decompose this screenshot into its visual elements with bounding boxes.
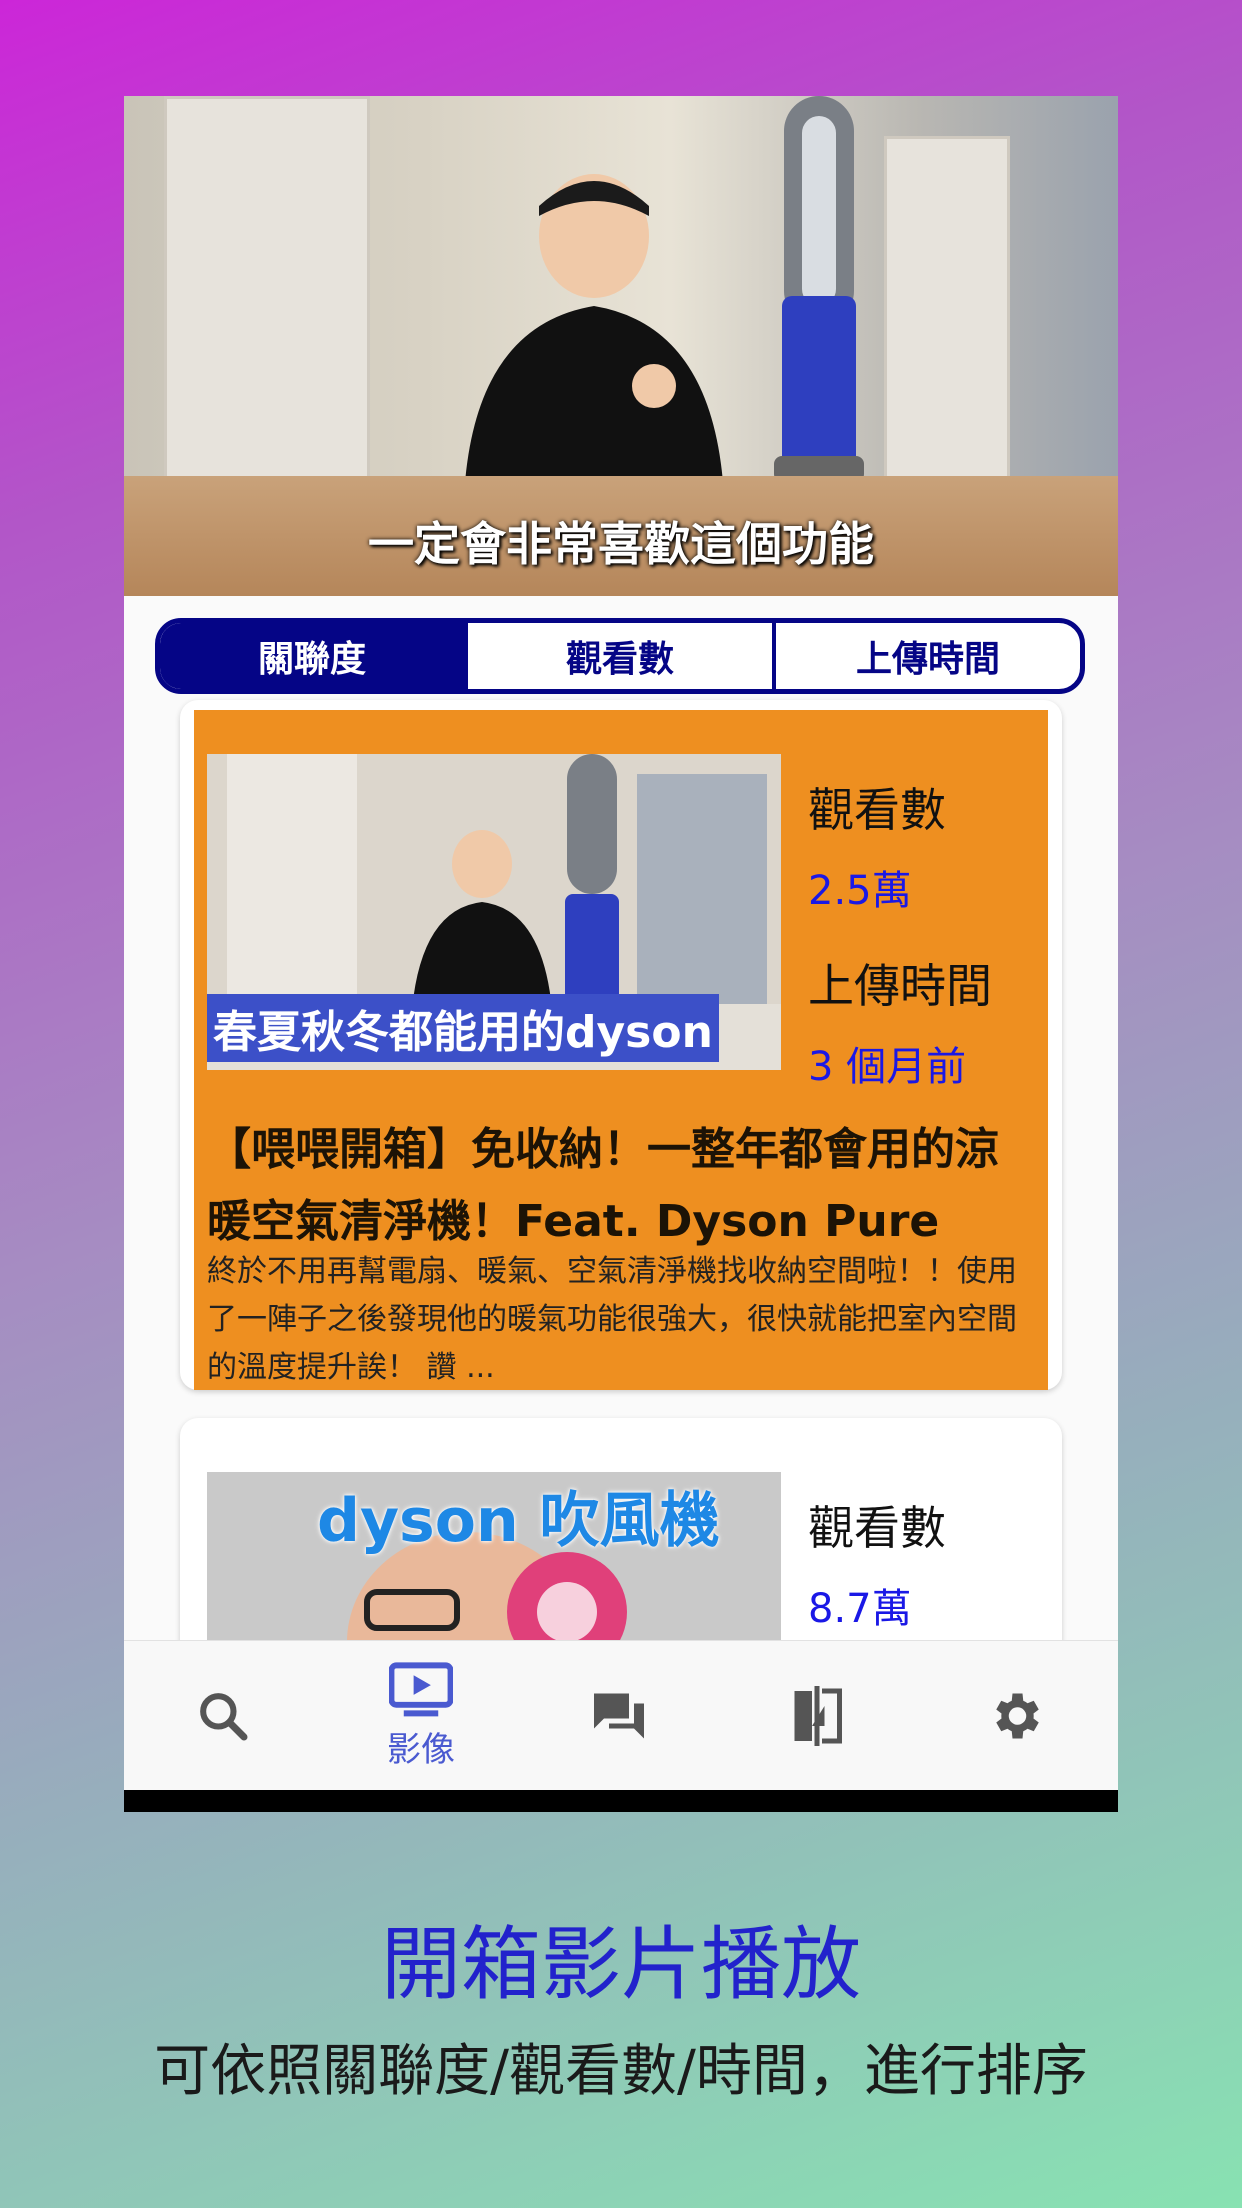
views-label: 觀看數 (808, 1501, 946, 1555)
nav-video[interactable]: 影像 (322, 1641, 520, 1791)
phone-screen: 一定會非常喜歡這個功能 關聯度 觀看數 上傳時間 春夏秋冬都能用的dyson 觀… (124, 96, 1118, 1812)
nav-compare[interactable] (718, 1641, 916, 1791)
sort-segmented-control: 關聯度 觀看數 上傳時間 (155, 618, 1085, 694)
video-card[interactable]: 春夏秋冬都能用的dyson 觀看數 2.5萬 上傳時間 3 個月前 【喂喂開箱】… (180, 700, 1062, 1390)
background-door (164, 96, 370, 502)
compare-icon (794, 1686, 842, 1746)
presenter-image (464, 174, 724, 496)
video-thumbnail[interactable]: 春夏秋冬都能用的dyson (207, 754, 781, 1070)
video-icon (389, 1661, 453, 1716)
thumbnail-caption: dyson 吹風機 (317, 1486, 720, 1556)
views-value: 2.5萬 (808, 868, 912, 914)
upload-label: 上傳時間 (808, 959, 992, 1013)
views-value: 8.7萬 (808, 1586, 912, 1632)
gear-icon (996, 1693, 1039, 1739)
promo-title: 開箱影片播放 (381, 1918, 861, 2011)
background-door (884, 136, 1010, 522)
video-meta: 觀看數 2.5萬 上傳時間 3 個月前 (808, 774, 1038, 1126)
thumbnail-caption: 春夏秋冬都能用的dyson (207, 994, 719, 1062)
bottom-navigation: 影像 (124, 1640, 1118, 1791)
tab-view-count[interactable]: 觀看數 (464, 623, 772, 689)
views-label: 觀看數 (808, 783, 946, 837)
search-icon (200, 1693, 248, 1741)
nav-video-label: 影像 (387, 1729, 455, 1770)
promo-subtitle: 可依照關聯度/觀看數/時間，進行排序 (154, 2039, 1088, 2104)
tab-relevance[interactable]: 關聯度 (160, 623, 464, 689)
tab-upload-time[interactable]: 上傳時間 (772, 623, 1080, 689)
nav-forum[interactable] (520, 1641, 718, 1791)
video-player[interactable]: 一定會非常喜歡這個功能 (124, 96, 1118, 596)
video-description: 終於不用再幫電扇、暖氣、空氣清淨機找收納空間啦！！使用了一陣子之後發現他的暖氣功… (207, 1254, 1017, 1385)
video-title[interactable]: 【喂喂開箱】免收納！一整年都會用的涼暖空氣清淨機！Feat. Dyson Pur… (207, 1114, 1038, 1258)
nav-settings[interactable] (916, 1641, 1114, 1791)
video-subtitle: 一定會非常喜歡這個功能 (368, 517, 874, 571)
video-card-highlight: 春夏秋冬都能用的dyson 觀看數 2.5萬 上傳時間 3 個月前 【喂喂開箱】… (194, 710, 1048, 1390)
system-bar (124, 1790, 1118, 1812)
purifier-fan-image (774, 96, 864, 482)
forum-icon (594, 1693, 644, 1739)
nav-search[interactable] (124, 1641, 322, 1791)
upload-value: 3 個月前 (808, 1044, 967, 1090)
